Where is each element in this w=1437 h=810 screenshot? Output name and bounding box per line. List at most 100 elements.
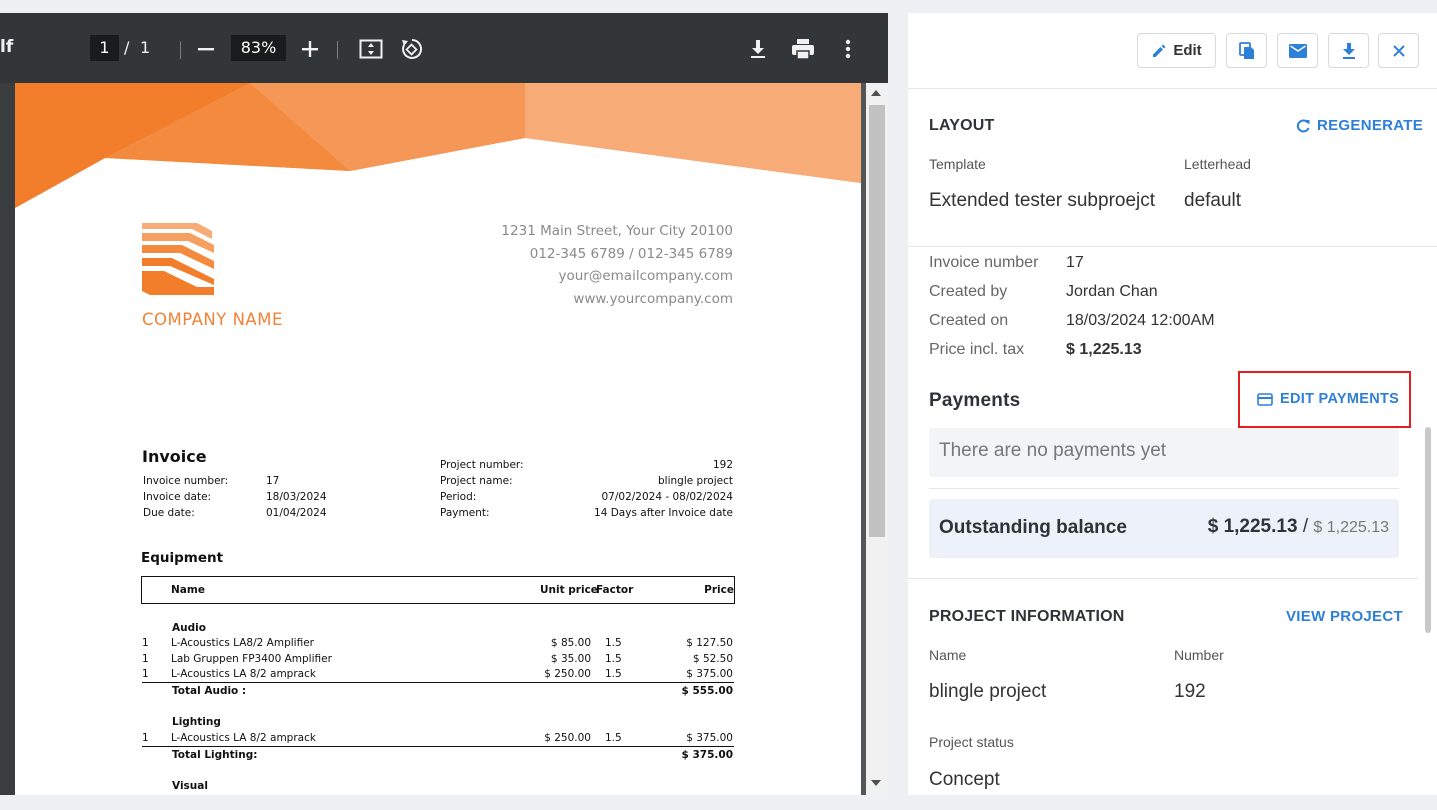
group-total-value: $ 375.00	[681, 749, 733, 761]
website-line: www.yourcompany.com	[573, 290, 733, 307]
scroll-down-arrow[interactable]	[871, 780, 881, 786]
detail-value: Jordan Chan	[1066, 283, 1158, 300]
row-qty: 1	[142, 668, 149, 680]
meta-value: 14 Days after Invoice date	[594, 507, 733, 519]
detail-value: 17	[1066, 254, 1084, 271]
rotate-icon[interactable]	[398, 36, 424, 62]
meta-value: blingle project	[658, 475, 733, 487]
download-icon	[1342, 42, 1355, 59]
project-status-value: Concept	[929, 769, 1000, 790]
copy-icon	[1238, 41, 1254, 59]
meta-value: 01/04/2024	[266, 507, 327, 519]
row-qty: 1	[142, 653, 149, 665]
company-logo	[142, 223, 214, 295]
pencil-icon	[1153, 44, 1166, 57]
row-price: $ 375.00	[686, 732, 733, 744]
template-label: Template	[929, 156, 986, 172]
meta-label: Payment:	[440, 507, 490, 519]
close-button[interactable]	[1378, 33, 1419, 68]
regenerate-button[interactable]: REGENERATE	[1296, 117, 1423, 134]
row-price: $ 375.00	[686, 668, 733, 680]
group-title: Audio	[172, 622, 206, 634]
edit-button-label: Edit	[1173, 42, 1202, 59]
payments-heading: Payments	[929, 390, 1021, 411]
equipment-heading: Equipment	[141, 550, 224, 566]
row-name: L-Acoustics LA8/2 Amplifier	[171, 637, 314, 649]
address-line: 1231 Main Street, Your City 20100	[501, 223, 733, 239]
panel-scrollbar[interactable]	[1425, 427, 1431, 633]
download-button[interactable]	[1328, 33, 1369, 68]
col-factor: Factor	[596, 584, 634, 596]
total-rule	[142, 682, 734, 683]
invoice-meta-left: Invoice number: 17 Invoice date: 18/03/202…	[143, 473, 327, 521]
row-price: $ 52.50	[692, 653, 733, 665]
project-name-label: Name	[929, 647, 967, 663]
row-factor: 1.5	[605, 732, 622, 744]
meta-label: Invoice date:	[143, 491, 212, 503]
panel-toolbar: Edit	[908, 13, 1437, 89]
close-icon	[1392, 44, 1405, 57]
meta-label: Project name:	[440, 475, 513, 487]
scroll-up-arrow[interactable]	[871, 90, 881, 96]
header-shapes	[15, 83, 861, 208]
row-name: Lab Gruppen FP3400 Amplifier	[171, 653, 332, 665]
page-total: 1	[140, 38, 151, 57]
col-name: Name	[171, 584, 205, 596]
detail-label: Created on	[929, 312, 1009, 329]
letterhead-label: Letterhead	[1184, 156, 1251, 172]
outstanding-amounts: $ 1,225.13 / $ 1,225.13	[1208, 516, 1389, 538]
thumbnail-strip	[0, 83, 15, 795]
pdf-toolbar: lf 1 / 1 83%	[0, 13, 888, 83]
pdf-scrollbar[interactable]	[866, 83, 888, 795]
edit-payments-button[interactable]: EDIT PAYMENTS	[1257, 391, 1399, 407]
more-options-icon[interactable]	[835, 36, 861, 62]
section-divider	[908, 578, 1418, 579]
duplicate-button[interactable]	[1226, 33, 1267, 68]
group-title: Lighting	[172, 716, 221, 728]
row-unit-price: $ 250.00	[544, 732, 591, 744]
zoom-level-input[interactable]: 83%	[231, 35, 286, 61]
zoom-out-icon[interactable]	[193, 36, 219, 62]
detail-value: 18/03/2024 12:00AM	[1066, 312, 1215, 329]
project-number-value: 192	[1174, 681, 1206, 702]
phone-line: 012-345 6789 / 012-345 6789	[529, 245, 733, 262]
outstanding-separator: /	[1302, 516, 1309, 537]
page-separator: /	[124, 38, 130, 57]
view-project-label: VIEW PROJECT	[1286, 608, 1403, 625]
group-title: Visual	[172, 780, 208, 792]
invoice-side-panel: Edit LAYOUT REGENERATE Template Letterhe…	[908, 13, 1437, 795]
col-unit-price: Unit price	[540, 584, 598, 596]
detail-label: Created by	[929, 283, 1008, 300]
group-total-label: Total Lighting:	[172, 749, 258, 761]
project-number-label: Number	[1174, 647, 1224, 663]
print-icon[interactable]	[790, 36, 816, 62]
project-name-value: blingle project	[929, 681, 1047, 702]
detail-label: Invoice number	[929, 254, 1039, 271]
zoom-in-icon[interactable]	[297, 36, 323, 62]
view-project-button[interactable]: VIEW PROJECT	[1286, 608, 1403, 625]
group-title-text: Audio	[172, 622, 206, 634]
invoice-meta-right: Project number: 192 Project name: blingle …	[440, 457, 733, 521]
outstanding-balance-box: Outstanding balance $ 1,225.13 / $ 1,225…	[929, 499, 1399, 558]
edit-button[interactable]: Edit	[1137, 33, 1216, 68]
row-price: $ 127.50	[686, 637, 733, 649]
outstanding-label: Outstanding balance	[939, 517, 1127, 538]
refresh-icon	[1296, 119, 1310, 132]
pdf-page: 1231 Main Street, Your City 20100 012-34…	[15, 83, 861, 795]
row-factor: 1.5	[605, 653, 622, 665]
pdf-filename: lf	[0, 37, 14, 57]
section-divider	[908, 246, 1437, 247]
pdf-viewer: lf 1 / 1 83% 1231 Main Street, Your City…	[0, 13, 888, 795]
scroll-thumb[interactable]	[869, 105, 885, 537]
mail-icon	[1288, 43, 1307, 58]
detail-label: Price incl. tax	[929, 341, 1025, 358]
page-number-input[interactable]: 1	[90, 35, 119, 61]
fit-page-icon[interactable]	[358, 36, 384, 62]
credit-card-icon	[1257, 392, 1273, 406]
meta-label: Period:	[440, 491, 477, 503]
download-icon[interactable]	[745, 36, 771, 62]
email-button[interactable]	[1277, 33, 1318, 68]
project-info-heading: PROJECT INFORMATION	[929, 608, 1125, 625]
no-payments-message: There are no payments yet	[929, 428, 1399, 477]
project-status-label: Project status	[929, 734, 1014, 750]
